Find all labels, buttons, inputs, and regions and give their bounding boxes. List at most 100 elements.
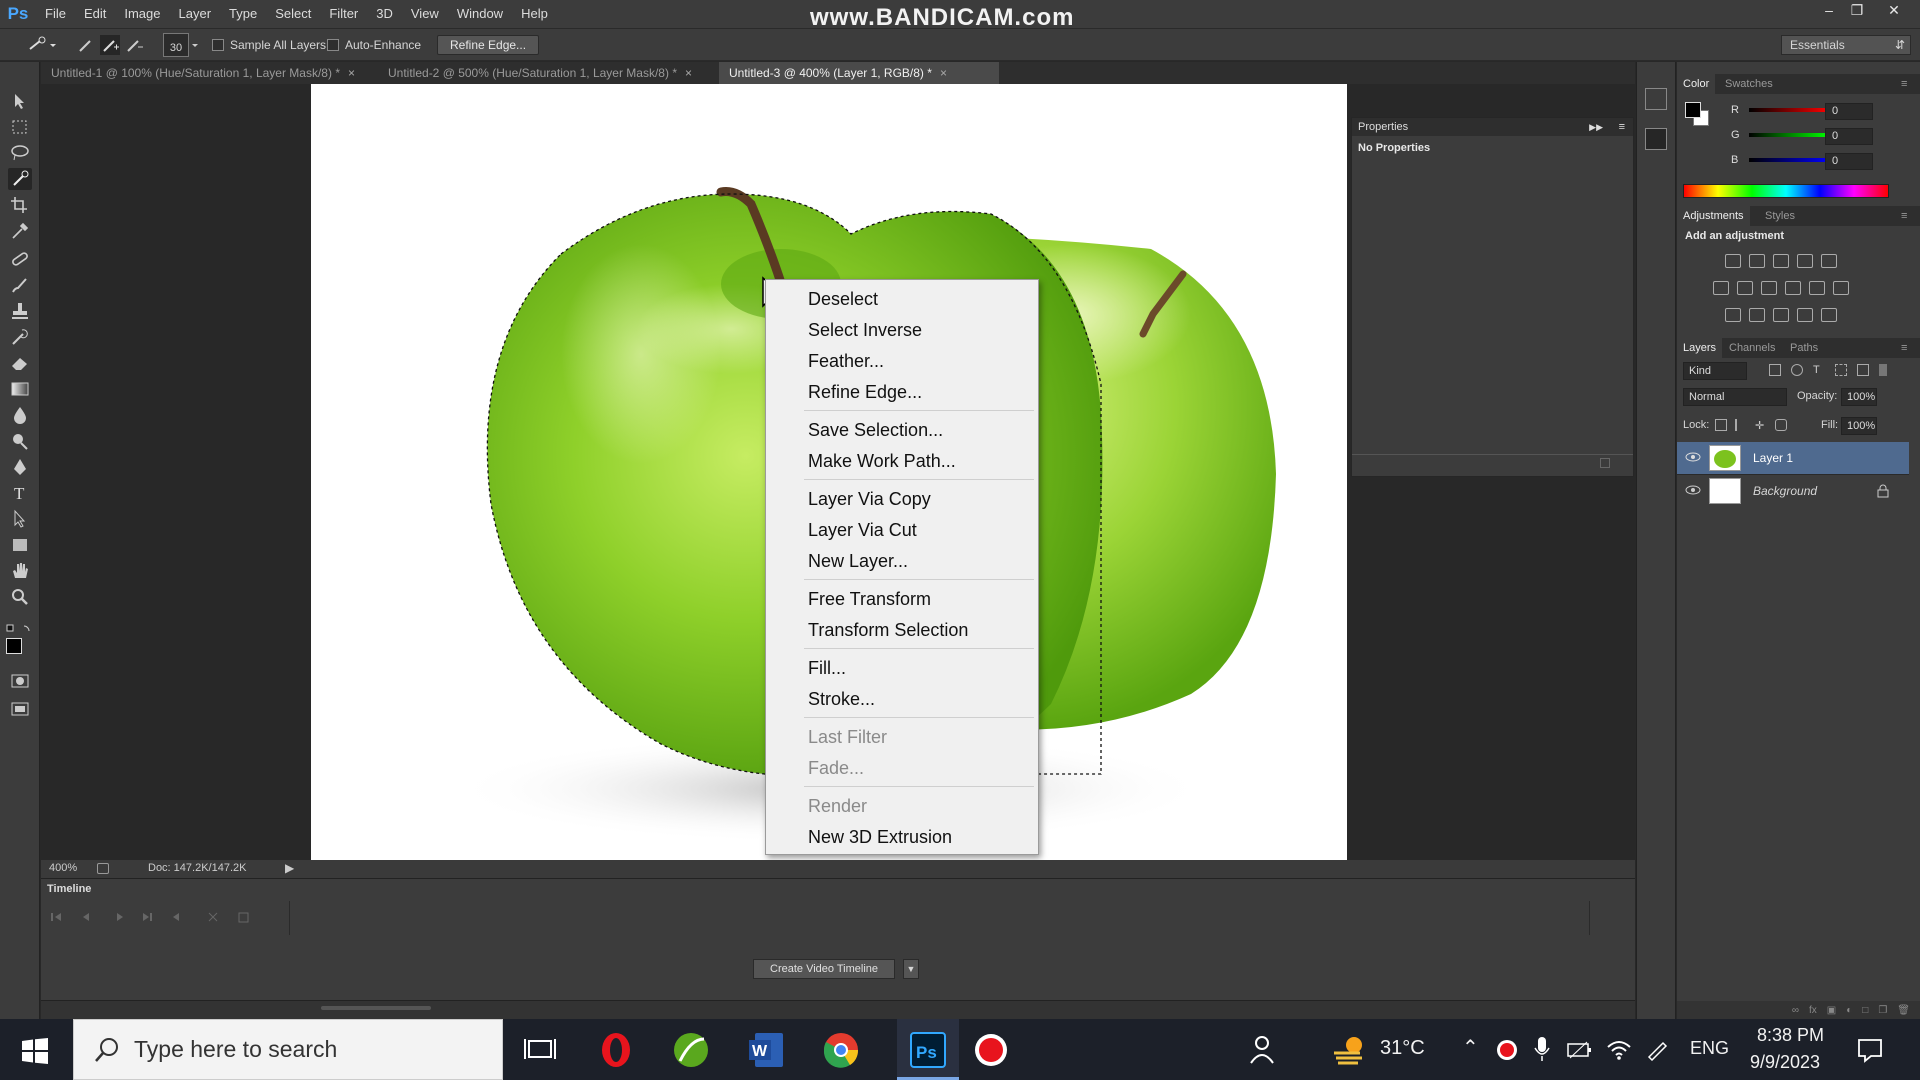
menu-item-refine-edge[interactable]: Refine Edge... — [808, 379, 922, 405]
chrome-icon[interactable] — [822, 1031, 860, 1069]
crop-tool[interactable] — [8, 194, 32, 216]
add-mask-icon[interactable]: ▣ — [1827, 1005, 1836, 1016]
delete-layer-icon[interactable]: 🗑 — [1897, 1005, 1910, 1016]
status-menu-arrow-icon[interactable]: ▶ — [285, 861, 294, 875]
menu-item-save-selection[interactable]: Save Selection... — [808, 417, 943, 443]
layer-filter-kind[interactable]: Kind — [1683, 362, 1747, 380]
channel-mixer-icon[interactable] — [1809, 281, 1825, 295]
curves-icon[interactable] — [1773, 254, 1789, 268]
tab-paths[interactable]: Paths — [1784, 338, 1824, 358]
eye-icon[interactable] — [1685, 484, 1701, 496]
menu-3d[interactable]: 3D — [367, 0, 402, 28]
menu-item-new-layer[interactable]: New Layer... — [808, 548, 908, 574]
menu-view[interactable]: View — [402, 0, 448, 28]
menu-help[interactable]: Help — [512, 0, 557, 28]
close-window-button[interactable]: ✕ — [1880, 0, 1908, 20]
gradient-map-icon[interactable] — [1821, 308, 1837, 322]
hue-saturation-icon[interactable] — [1713, 281, 1729, 295]
restore-button[interactable]: ❐ — [1843, 0, 1871, 20]
fill-field[interactable]: 100% — [1841, 417, 1877, 435]
hand-tool[interactable] — [8, 560, 32, 582]
menu-item-transform-selection[interactable]: Transform Selection — [808, 617, 968, 643]
menu-type[interactable]: Type — [220, 0, 266, 28]
history-panel-icon[interactable] — [1645, 88, 1667, 110]
brush-size-picker[interactable]: 30 — [163, 33, 189, 57]
menu-item-stroke[interactable]: Stroke... — [808, 686, 875, 712]
photo-filter-icon[interactable] — [1785, 281, 1801, 295]
brush-tool[interactable] — [8, 274, 32, 296]
menu-item-layer-via-copy[interactable]: Layer Via Copy — [808, 486, 931, 512]
auto-enhance-box[interactable] — [327, 39, 339, 51]
trash-icon[interactable] — [1600, 458, 1610, 468]
vibrance-icon[interactable] — [1821, 254, 1837, 268]
taskbar-search[interactable]: Type here to search — [73, 1019, 503, 1080]
close-tab-icon[interactable]: × — [685, 66, 692, 80]
show-hidden-icons-icon[interactable]: ⌃ — [1462, 1035, 1479, 1060]
history-brush-tool[interactable] — [8, 326, 32, 348]
zoom-tool[interactable] — [8, 586, 32, 608]
menu-select[interactable]: Select — [266, 0, 320, 28]
brightness-icon[interactable] — [1725, 254, 1741, 268]
move-tool[interactable] — [8, 90, 32, 112]
panel-menu-icon[interactable]: ≡ — [1895, 206, 1913, 226]
microphone-icon[interactable] — [1534, 1036, 1550, 1062]
screen-mode-button[interactable] — [8, 698, 32, 720]
sample-all-layers-box[interactable] — [212, 39, 224, 51]
link-layers-icon[interactable]: ∞ — [1792, 1005, 1799, 1016]
minimize-button[interactable]: – — [1815, 0, 1843, 20]
gradient-tool[interactable] — [8, 378, 32, 400]
blend-mode-select[interactable]: Normal — [1683, 388, 1787, 406]
properties-panel-icon[interactable] — [1645, 128, 1667, 150]
marquee-tool[interactable] — [8, 116, 32, 138]
color-spectrum-ramp[interactable] — [1683, 184, 1889, 198]
blur-tool[interactable] — [8, 404, 32, 426]
layer-name[interactable]: Layer 1 — [1753, 451, 1793, 465]
opacity-field[interactable]: 100% — [1841, 388, 1877, 406]
color-foreground-swatch[interactable] — [1685, 102, 1701, 118]
tab-layers[interactable]: Layers — [1677, 338, 1723, 358]
opera-icon[interactable] — [597, 1031, 635, 1069]
layer-row-background[interactable]: Background — [1677, 474, 1909, 506]
brush-size-dropdown[interactable] — [190, 35, 200, 55]
new-layer-icon[interactable]: ❐ — [1878, 1005, 1887, 1016]
blue-slider[interactable] — [1749, 158, 1829, 162]
battery-icon[interactable] — [1567, 1039, 1593, 1061]
bandicam-record-icon[interactable] — [972, 1031, 1010, 1069]
path-selection-tool[interactable] — [8, 508, 32, 530]
weather-icon[interactable] — [1330, 1031, 1368, 1069]
adjustment-filter-icon[interactable] — [1791, 364, 1803, 376]
smart-object-filter-icon[interactable] — [1857, 364, 1869, 376]
auto-enhance-checkbox[interactable]: Auto-Enhance — [327, 35, 421, 55]
rectangle-tool[interactable] — [8, 534, 32, 556]
camtasia-leaf-icon[interactable] — [672, 1031, 710, 1069]
filter-toggle-icon[interactable] — [1879, 364, 1887, 376]
menu-file[interactable]: File — [36, 0, 75, 28]
word-icon[interactable]: W — [747, 1031, 785, 1069]
panel-menu-icon[interactable]: ≡ — [1619, 118, 1625, 136]
clone-stamp-tool[interactable] — [8, 300, 32, 322]
new-selection-mode[interactable] — [76, 35, 96, 55]
collapse-arrows-icon[interactable]: ▶▶ — [1589, 118, 1603, 136]
menu-item-layer-via-cut[interactable]: Layer Via Cut — [808, 517, 917, 543]
color-balance-icon[interactable] — [1737, 281, 1753, 295]
clock-time[interactable]: 8:38 PM — [1757, 1025, 1824, 1046]
doc-tab-untitled-3[interactable]: Untitled-3 @ 400% (Layer 1, RGB/8) * × — [719, 62, 999, 84]
zoom-level[interactable]: 400% — [49, 862, 77, 874]
tab-swatches[interactable]: Swatches — [1719, 74, 1779, 94]
close-tab-icon[interactable]: × — [348, 66, 355, 80]
lasso-tool[interactable] — [8, 142, 32, 164]
share-icon[interactable] — [97, 863, 109, 874]
bandicam-tray-icon[interactable] — [1496, 1039, 1518, 1061]
panel-menu-icon[interactable]: ≡ — [1895, 338, 1913, 358]
language-indicator[interactable]: ENG — [1690, 1038, 1729, 1059]
people-icon[interactable] — [1243, 1031, 1281, 1069]
eraser-tool[interactable] — [8, 352, 32, 374]
type-filter-icon[interactable]: T — [1813, 364, 1825, 376]
lock-transparent-icon[interactable] — [1715, 419, 1727, 431]
menu-window[interactable]: Window — [448, 0, 512, 28]
invert-icon[interactable] — [1725, 308, 1741, 322]
new-adjustment-icon[interactable]: ◐ — [1846, 1005, 1852, 1016]
layer-row-layer-1[interactable]: Layer 1 — [1677, 442, 1909, 474]
eyedropper-tool[interactable] — [8, 220, 32, 242]
menu-item-fill[interactable]: Fill... — [808, 655, 846, 681]
